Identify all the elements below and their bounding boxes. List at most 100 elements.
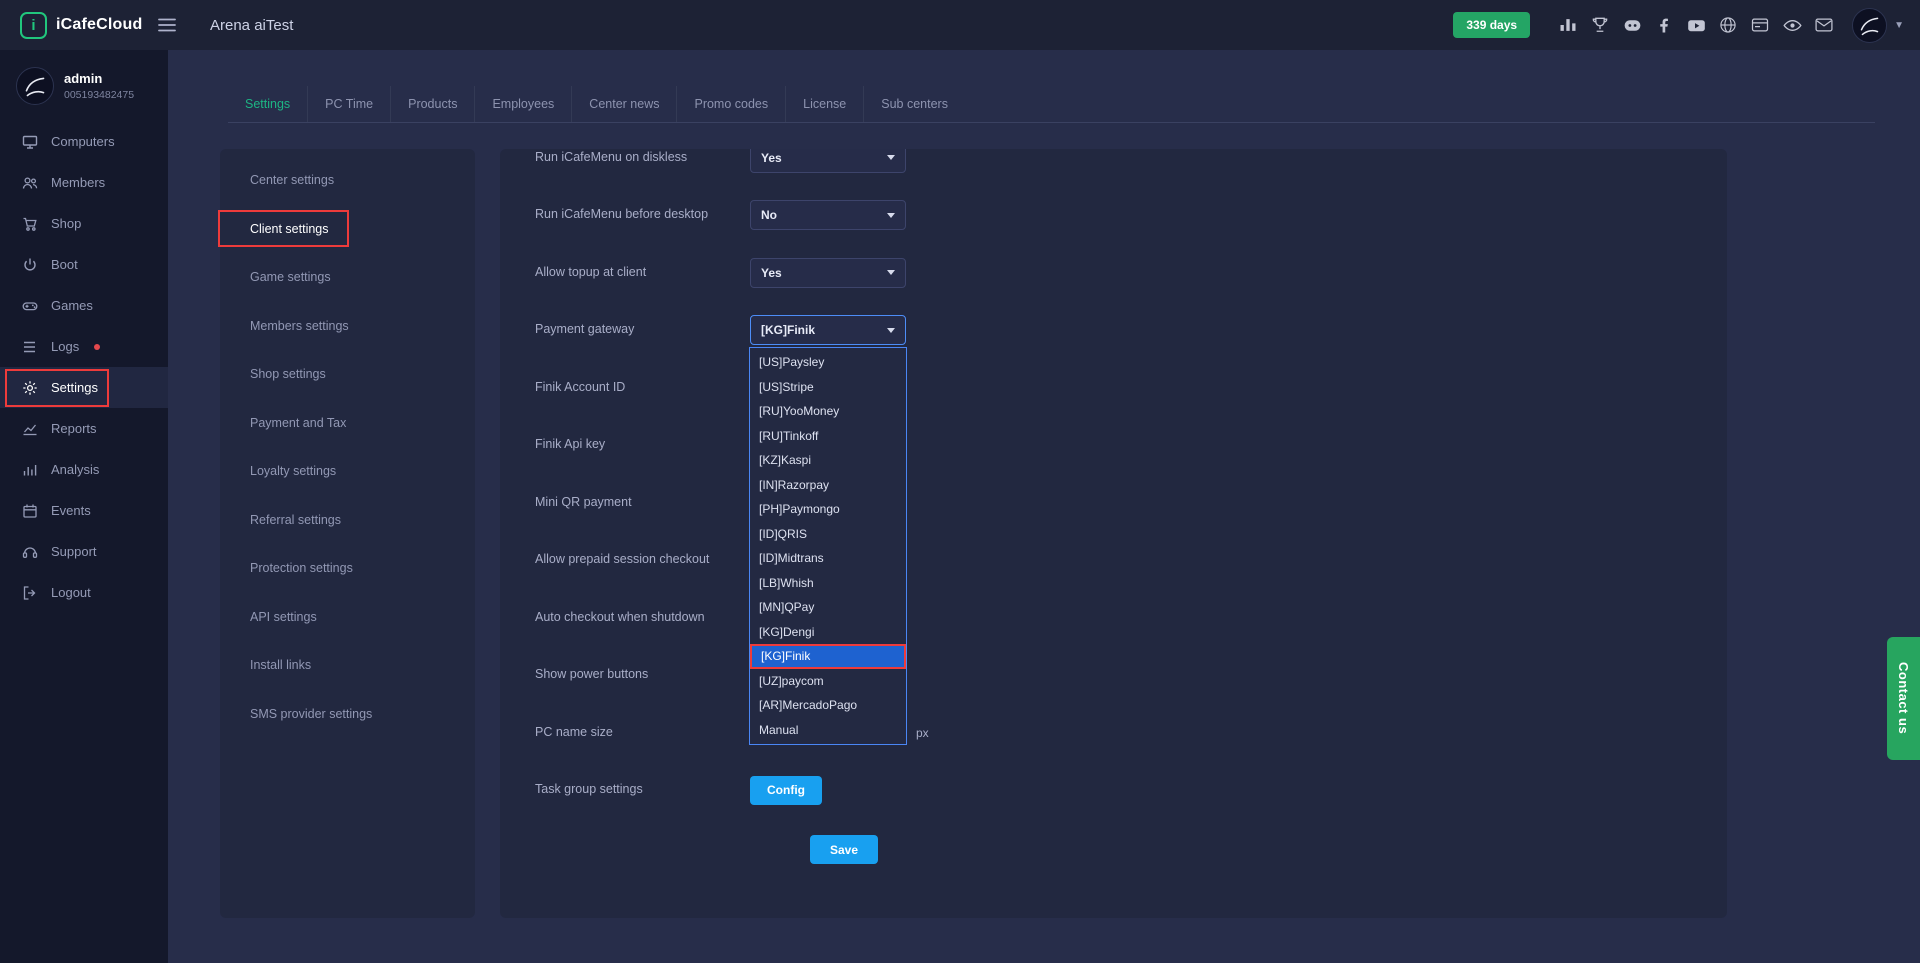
globe-icon[interactable]: [1716, 13, 1741, 38]
dropdown-option-midtrans[interactable]: [ID]Midtrans: [750, 546, 906, 571]
subnav-loyalty-settings[interactable]: Loyalty settings: [220, 447, 475, 496]
form-row-run-icafemenu-on-diskless: Run iCafeMenu on diskless Yes: [500, 149, 1727, 187]
select-value: Yes: [761, 151, 782, 165]
app-logo-icon: i: [20, 12, 47, 39]
sidebar-item-label: Settings: [51, 380, 98, 395]
top-header: i iCafeCloud Arena aiTest 339 days: [0, 0, 1920, 50]
sidebar-item-logs[interactable]: Logs: [0, 326, 168, 367]
run-icafemenu-on-diskless-select[interactable]: Yes: [750, 149, 906, 173]
sidebar-item-label: Logs: [51, 339, 79, 354]
chevron-down-icon[interactable]: ▼: [1894, 20, 1904, 31]
gamepad-icon: [22, 298, 38, 314]
subnav-label: Referral settings: [250, 513, 341, 527]
eye-icon[interactable]: [1780, 13, 1805, 38]
subnav-protection-settings[interactable]: Protection settings: [220, 544, 475, 593]
trophy-icon[interactable]: [1588, 13, 1613, 38]
field-label: Run iCafeMenu on diskless: [535, 150, 750, 166]
subnav-client-settings[interactable]: Client settings: [220, 205, 475, 254]
gear-icon: [22, 380, 38, 396]
user-name: admin: [64, 71, 134, 86]
license-days-badge[interactable]: 339 days: [1453, 12, 1530, 38]
boot-icon: [22, 257, 38, 273]
tab-center-news[interactable]: Center news: [571, 86, 676, 122]
dropdown-option-stripe[interactable]: [US]Stripe: [750, 375, 906, 400]
dropdown-option-whish[interactable]: [LB]Whish: [750, 571, 906, 596]
subnav-referral-settings[interactable]: Referral settings: [220, 496, 475, 545]
sidebar-item-events[interactable]: Events: [0, 490, 168, 531]
sidebar-item-games[interactable]: Games: [0, 285, 168, 326]
field-label: Allow topup at client: [535, 265, 750, 281]
subnav-payment-and-tax[interactable]: Payment and Tax: [220, 399, 475, 448]
dropdown-option-tinkoff[interactable]: [RU]Tinkoff: [750, 424, 906, 449]
subnav-sms-provider-settings[interactable]: SMS provider settings: [220, 690, 475, 739]
tab-sub-centers[interactable]: Sub centers: [863, 86, 965, 122]
sidebar-item-reports[interactable]: Reports: [0, 408, 168, 449]
sidebar-item-computers[interactable]: Computers: [0, 121, 168, 162]
config-button[interactable]: Config: [750, 776, 822, 805]
dropdown-option-mercadopago[interactable]: [AR]MercadoPago: [750, 693, 906, 718]
dropdown-option-yoomoney[interactable]: [RU]YooMoney: [750, 399, 906, 424]
subnav-shop-settings[interactable]: Shop settings: [220, 350, 475, 399]
dropdown-option-finik[interactable]: [KG]Finik: [750, 644, 906, 669]
payment-gateway-select[interactable]: [KG]Finik: [750, 315, 906, 345]
save-button[interactable]: Save: [810, 835, 878, 864]
subnav-api-settings[interactable]: API settings: [220, 593, 475, 642]
field-label: Finik Api key: [535, 437, 750, 453]
sidebar-item-members[interactable]: Members: [0, 162, 168, 203]
tab-promo-codes[interactable]: Promo codes: [676, 86, 785, 122]
discord-icon[interactable]: [1620, 13, 1645, 38]
tab-products[interactable]: Products: [390, 86, 474, 122]
sidebar-user[interactable]: admin 005193482475: [0, 50, 168, 117]
subnav-label: Game settings: [250, 270, 331, 284]
members-icon: [22, 175, 38, 191]
sidebar-user-avatar: [16, 67, 54, 105]
youtube-icon[interactable]: [1684, 13, 1709, 38]
dropdown-option-manual[interactable]: Manual: [750, 718, 906, 743]
form-row-task-group-settings: Task group settings Config: [500, 762, 1727, 820]
hamburger-menu-icon[interactable]: [152, 12, 182, 38]
sidebar-user-info: admin 005193482475: [64, 71, 134, 101]
tab-license[interactable]: License: [785, 86, 863, 122]
card-icon[interactable]: [1748, 13, 1773, 38]
subnav-members-settings[interactable]: Members settings: [220, 302, 475, 351]
user-avatar[interactable]: [1852, 8, 1887, 43]
tab-employees[interactable]: Employees: [474, 86, 571, 122]
dropdown-option-qris[interactable]: [ID]QRIS: [750, 522, 906, 547]
dropdown-option-razorpay[interactable]: [IN]Razorpay: [750, 473, 906, 498]
sidebar-item-label: Logout: [51, 585, 91, 600]
dropdown-option-qpay[interactable]: [MN]QPay: [750, 595, 906, 620]
form-row-payment-gateway: Payment gateway [KG]Finik: [500, 302, 1727, 360]
mail-icon[interactable]: [1812, 13, 1837, 38]
tab-settings[interactable]: Settings: [228, 86, 307, 122]
sidebar-item-label: Events: [51, 503, 91, 518]
sidebar-item-logout[interactable]: Logout: [0, 572, 168, 613]
field-label: Task group settings: [535, 782, 750, 798]
form-row-allow-prepaid-session-checkout: Allow prepaid session checkout: [500, 532, 1727, 590]
subnav-game-settings[interactable]: Game settings: [220, 253, 475, 302]
dropdown-option-paymongo[interactable]: [PH]Paymongo: [750, 497, 906, 522]
user-id: 005193482475: [64, 89, 134, 101]
sidebar-item-analysis[interactable]: Analysis: [0, 449, 168, 490]
dropdown-option-dengi[interactable]: [KG]Dengi: [750, 620, 906, 645]
run-icafemenu-before-desktop-select[interactable]: No: [750, 200, 906, 230]
sidebar-item-label: Computers: [51, 134, 115, 149]
tab-pc-time[interactable]: PC Time: [307, 86, 390, 122]
sidebar-item-support[interactable]: Support: [0, 531, 168, 572]
sidebar-item-boot[interactable]: Boot: [0, 244, 168, 285]
app-logo[interactable]: i iCafeCloud: [0, 12, 150, 39]
monitor-icon: [22, 134, 38, 150]
facebook-icon[interactable]: [1652, 13, 1677, 38]
subnav-center-settings[interactable]: Center settings: [220, 156, 475, 205]
allow-topup-at-client-select[interactable]: Yes: [750, 258, 906, 288]
stats-icon[interactable]: [1556, 13, 1581, 38]
subnav-install-links[interactable]: Install links: [220, 641, 475, 690]
contact-us-tab[interactable]: Contact us: [1887, 637, 1920, 760]
logout-icon: [22, 585, 38, 601]
chevron-down-icon: [887, 213, 895, 218]
sidebar-item-shop[interactable]: Shop: [0, 203, 168, 244]
dropdown-option-paysley[interactable]: [US]Paysley: [750, 350, 906, 375]
sidebar-item-settings[interactable]: Settings: [0, 367, 168, 408]
dropdown-option-paycom[interactable]: [UZ]paycom: [750, 669, 906, 694]
sidebar-item-label: Games: [51, 298, 93, 313]
dropdown-option-kaspi[interactable]: [KZ]Kaspi: [750, 448, 906, 473]
